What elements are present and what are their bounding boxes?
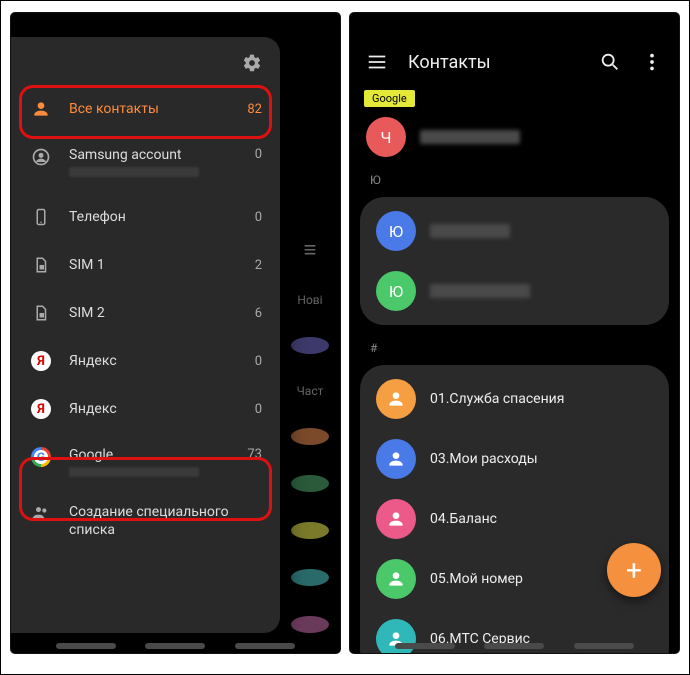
group-add-icon bbox=[31, 503, 51, 523]
avatar bbox=[291, 337, 329, 354]
drawer-item-count: 0 bbox=[255, 147, 262, 162]
drawer-item-label: SIM 2 bbox=[69, 305, 247, 321]
background-content: ≡ Нові Част bbox=[280, 37, 340, 633]
drawer-item-samsung[interactable]: Samsung account 0 bbox=[11, 133, 280, 193]
avatar bbox=[376, 559, 416, 599]
drawer-item-count: 2 bbox=[255, 258, 262, 273]
drawer-item-label: Google bbox=[69, 447, 239, 463]
drawer-item-count: 6 bbox=[255, 306, 262, 321]
app-bar: Контакты bbox=[350, 37, 679, 87]
gear-icon[interactable] bbox=[242, 53, 262, 73]
status-bar bbox=[11, 13, 340, 37]
drawer-item-label: Samsung account bbox=[69, 147, 247, 163]
drawer-item-sim2[interactable]: SIM 2 6 bbox=[11, 289, 280, 337]
sim-icon bbox=[31, 303, 51, 323]
drawer-item-label: SIM 1 bbox=[69, 257, 247, 273]
contact-group: 01.Служба спасения 03.Мои расходы 04.Бал… bbox=[360, 365, 669, 653]
avatar bbox=[376, 379, 416, 419]
accounts-drawer: Все контакты 82 Samsung account 0 Телефо… bbox=[11, 37, 280, 633]
filter-chip[interactable]: Google bbox=[364, 90, 415, 107]
drawer-item-count: 82 bbox=[247, 102, 262, 117]
android-navbar bbox=[11, 643, 340, 649]
avatar bbox=[291, 569, 329, 586]
contact-row[interactable]: 01.Служба спасения bbox=[360, 369, 669, 429]
drawer-item-create-list[interactable]: Создание специального списка bbox=[11, 493, 280, 549]
menu-icon[interactable] bbox=[366, 51, 388, 73]
drawer-item-phone[interactable]: Телефон 0 bbox=[11, 193, 280, 241]
add-contact-fab[interactable]: + bbox=[607, 543, 661, 597]
avatar bbox=[376, 439, 416, 479]
contact-name: 04.Баланс bbox=[430, 511, 497, 527]
drawer-item-count: 0 bbox=[255, 210, 262, 225]
contact-name: 05.Мой номер bbox=[430, 571, 523, 587]
section-header: # bbox=[350, 335, 679, 361]
drawer-item-label: Яндекс bbox=[69, 401, 247, 417]
contact-row[interactable]: 03.Мои расходы bbox=[360, 429, 669, 489]
section-header: Ю bbox=[350, 167, 679, 193]
menu-icon: ≡ bbox=[304, 237, 317, 263]
redacted-subtitle bbox=[69, 467, 199, 477]
drawer-item-all-contacts[interactable]: Все контакты 82 bbox=[11, 85, 280, 133]
drawer-item-yandex[interactable]: Я Яндекс 0 bbox=[11, 337, 280, 385]
status-bar bbox=[350, 13, 679, 37]
contact-group: Ю Ю bbox=[360, 197, 669, 325]
drawer-item-label: Яндекс bbox=[69, 353, 247, 369]
left-screenshot: ≡ Нові Част Все контакты 82 bbox=[11, 13, 340, 653]
drawer-item-label: Все контакты bbox=[69, 101, 239, 117]
account-icon bbox=[31, 147, 51, 167]
drawer-item-count: 73 bbox=[247, 447, 262, 462]
drawer-item-count: 0 bbox=[255, 354, 262, 369]
avatar: Ю bbox=[376, 211, 416, 251]
right-screenshot: Контакты Google Ч Ю Ю Ю # bbox=[350, 13, 679, 653]
section-label: Част bbox=[297, 384, 324, 398]
avatar: Ю bbox=[376, 271, 416, 311]
google-icon bbox=[31, 447, 51, 467]
more-icon[interactable] bbox=[641, 51, 663, 73]
person-icon bbox=[31, 99, 51, 119]
drawer-item-sim1[interactable]: SIM 1 2 bbox=[11, 241, 280, 289]
avatar bbox=[291, 475, 329, 492]
sim-icon bbox=[31, 255, 51, 275]
contact-row[interactable]: Ч bbox=[350, 113, 679, 167]
plus-icon: + bbox=[626, 554, 642, 587]
redacted-name bbox=[430, 284, 530, 298]
avatar bbox=[291, 522, 329, 539]
avatar bbox=[291, 616, 329, 633]
phone-icon bbox=[31, 207, 51, 227]
drawer-item-label: Телефон bbox=[69, 209, 247, 225]
search-icon[interactable] bbox=[599, 51, 621, 73]
contact-name: 01.Служба спасения bbox=[430, 391, 564, 407]
drawer-item-label: Создание специального списка bbox=[69, 503, 262, 539]
redacted-name bbox=[430, 224, 510, 238]
redacted-subtitle bbox=[69, 167, 199, 177]
contact-name: 03.Мои расходы bbox=[430, 451, 538, 467]
app-title: Контакты bbox=[408, 52, 579, 73]
redacted-name bbox=[420, 130, 520, 144]
contact-row[interactable]: 04.Баланс bbox=[360, 489, 669, 549]
drawer-item-count: 0 bbox=[255, 402, 262, 417]
avatar bbox=[376, 499, 416, 539]
section-label: Нові bbox=[297, 293, 322, 307]
drawer-item-yandex[interactable]: Я Яндекс 0 bbox=[11, 385, 280, 433]
android-navbar bbox=[350, 643, 679, 649]
contact-row[interactable]: Ю bbox=[360, 261, 669, 321]
yandex-icon: Я bbox=[31, 399, 51, 419]
avatar bbox=[291, 428, 329, 445]
yandex-icon: Я bbox=[31, 351, 51, 371]
drawer-item-google[interactable]: Google 73 bbox=[11, 433, 280, 493]
avatar: Ч bbox=[366, 117, 406, 157]
contact-row[interactable]: Ю bbox=[360, 201, 669, 261]
